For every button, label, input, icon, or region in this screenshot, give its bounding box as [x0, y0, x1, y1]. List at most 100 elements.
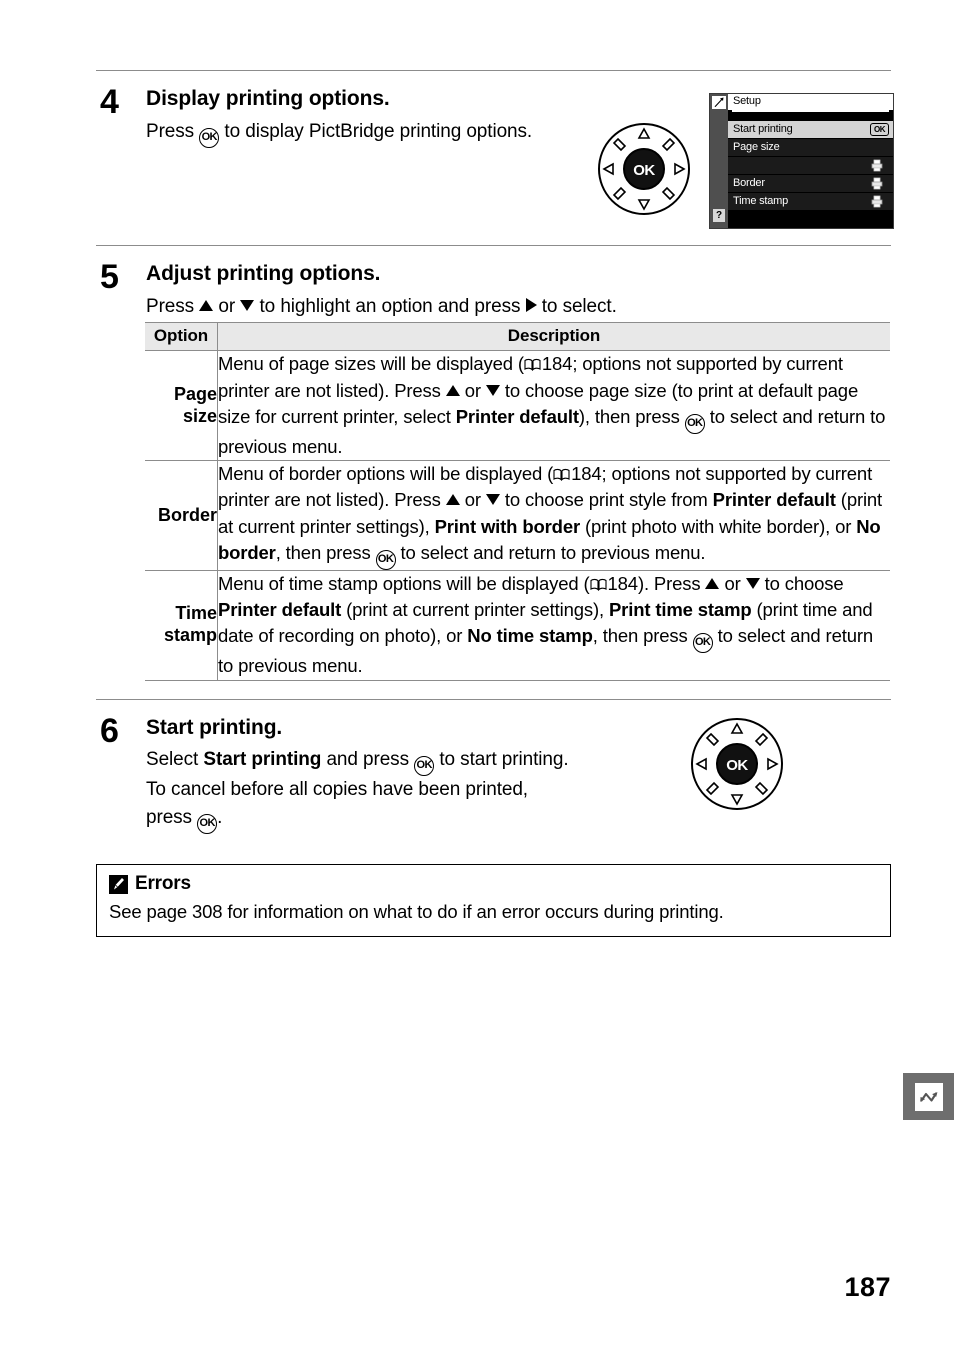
- page-number: 187: [844, 1272, 891, 1302]
- step-5-body: Adjust printing options. Press or to hig…: [146, 262, 891, 320]
- option-description-border: Menu of border options will be displayed…: [217, 460, 890, 571]
- camera-lcd-setup-menu: Setup ? Start printing OK Page size Bord…: [709, 93, 894, 229]
- column-header-option: Option: [145, 322, 218, 352]
- arrow-right-icon: [525, 297, 537, 312]
- ok-button-icon: OK: [375, 549, 396, 570]
- arrow-down-icon: [485, 494, 500, 506]
- desc-part: Menu of time stamp options will be displ…: [218, 572, 590, 594]
- lcd-row-start-printing[interactable]: Start printing OK: [728, 121, 893, 138]
- desc-part: or: [719, 572, 746, 594]
- table-header-row: Option Description: [145, 322, 890, 352]
- table-row: Page size Menu of page sizes will be disp…: [145, 350, 890, 462]
- option-name-time-stamp: Time stamp: [145, 569, 218, 681]
- desc-page-ref: 184: [607, 572, 639, 594]
- note-text: See page 308 for information on what to …: [109, 901, 724, 923]
- option-name-border: Border: [145, 460, 218, 571]
- desc-part: ). Press: [637, 572, 706, 594]
- lcd-row-page-size-value[interactable]: [728, 157, 893, 174]
- ok-button-icon: OK: [197, 814, 218, 835]
- lcd-row-time-stamp[interactable]: Time stamp: [728, 193, 893, 210]
- desc-part: to choose: [759, 572, 844, 594]
- step-5-text-part-4: to select.: [536, 295, 617, 317]
- lcd-title-rule: [732, 110, 889, 112]
- arrow-down-icon: [485, 384, 500, 396]
- option-name-line-1: Page: [173, 383, 217, 404]
- note-header: Errors: [109, 873, 878, 895]
- desc-bold-no-time-stamp: No time stamp: [467, 625, 593, 647]
- lcd-left-column: [710, 94, 728, 228]
- arrow-up-icon: [445, 494, 460, 506]
- desc-part: to select and return to previous menu.: [395, 541, 706, 563]
- multi-selector-dial-step-4: OK: [596, 121, 692, 217]
- step-5-instruction: Press or to highlight an option and pres…: [146, 293, 891, 321]
- desc-part: Menu of page sizes will be displayed (: [218, 353, 524, 375]
- multi-selector-dial-step-6: OK: [689, 716, 785, 812]
- arrow-up-icon: [199, 299, 214, 311]
- table-row: Time stamp Menu of time stamp options wil…: [145, 569, 890, 681]
- column-header-description: Description: [217, 322, 890, 352]
- step-6-bold-start-printing: Start printing: [203, 749, 322, 771]
- book-page-reference-icon: [589, 578, 607, 591]
- lcd-row-label: Time stamp: [733, 195, 789, 207]
- lcd-row-spacer: [728, 113, 893, 120]
- desc-bold-printer-default: Printer default: [455, 405, 579, 427]
- lcd-row-label: Page size: [733, 141, 780, 153]
- lcd-row-label: Border: [733, 177, 765, 189]
- printer-icon: [870, 159, 884, 172]
- step-6-text-part-1: Select: [146, 749, 204, 771]
- ok-button-icon: OK: [684, 413, 705, 434]
- arrow-down-icon: [745, 577, 760, 589]
- desc-page-ref: 184: [541, 353, 573, 375]
- lcd-menu-rows: Start printing OK Page size Border Time …: [728, 113, 893, 228]
- printer-icon: [870, 195, 884, 208]
- ok-button-icon: OK: [692, 633, 713, 654]
- arrow-down-icon: [240, 299, 255, 311]
- desc-part: or: [459, 489, 486, 511]
- lcd-row-page-size[interactable]: Page size: [728, 139, 893, 156]
- step-6-text: Select Start printing and press OK to st…: [146, 746, 576, 835]
- desc-part: (print photo with white border), or: [580, 515, 857, 537]
- option-name-line-1: Border: [157, 504, 217, 525]
- desc-part: to choose print style from: [499, 489, 713, 511]
- book-page-reference-icon: [524, 358, 541, 372]
- section-thumb-tab: [903, 1073, 954, 1120]
- desc-page-ref: 184: [571, 463, 602, 485]
- note-title: Errors: [135, 873, 191, 895]
- option-name-line-2: stamp: [163, 625, 217, 646]
- option-name-page-size: Page size: [145, 350, 218, 462]
- desc-part: Menu of border options will be displayed…: [218, 463, 554, 485]
- printing-options-table: Option Description Page size Menu of page…: [145, 322, 890, 681]
- desc-part: , then press: [592, 625, 693, 647]
- option-description-page-size: Menu of page sizes will be displayed ( 18…: [217, 350, 890, 462]
- errors-note-box: Errors See page 308 for information on w…: [96, 864, 891, 937]
- lcd-menu-title: Setup: [733, 95, 761, 107]
- pencil-icon: [109, 874, 128, 894]
- lcd-row-border[interactable]: Border: [728, 175, 893, 192]
- lcd-ok-badge: OK: [870, 123, 889, 136]
- step-6-text-part-2: and press: [321, 749, 415, 771]
- ok-button-icon: OK: [199, 127, 220, 148]
- step-5-title: Adjust printing options.: [146, 262, 381, 285]
- arrow-up-icon: [705, 577, 720, 589]
- wrench-icon: [712, 96, 726, 109]
- help-icon: ?: [713, 209, 725, 222]
- arrow-up-icon: [445, 384, 460, 396]
- desc-part: , then press: [275, 541, 376, 563]
- desc-bold-printer-default: Printer default: [218, 599, 342, 621]
- option-name-line-1: Time: [175, 603, 217, 624]
- table-row: Border Menu of border options will be di…: [145, 460, 890, 571]
- desc-bold-print-with-border: Print with border: [434, 515, 581, 537]
- step-4-number: 4: [100, 83, 119, 121]
- desc-bold-printer-default: Printer default: [712, 489, 836, 511]
- ok-button-icon: OK: [414, 756, 435, 777]
- book-page-reference-icon: [553, 468, 570, 482]
- step-5: 5 Adjust printing options. Press or to h…: [96, 246, 891, 699]
- step-4-text-part-2: to display PictBridge printing options.: [219, 120, 533, 142]
- desc-part: ), then press: [578, 405, 685, 427]
- step-6-number: 6: [100, 711, 119, 750]
- manual-page: 4 Display printing options. Press OK to …: [0, 0, 954, 1352]
- svg-text:OK: OK: [633, 162, 655, 179]
- option-name-line-2: size: [182, 405, 217, 426]
- connection-zigzag-icon: [914, 1082, 943, 1111]
- option-description-time-stamp: Menu of time stamp options will be displ…: [217, 569, 890, 681]
